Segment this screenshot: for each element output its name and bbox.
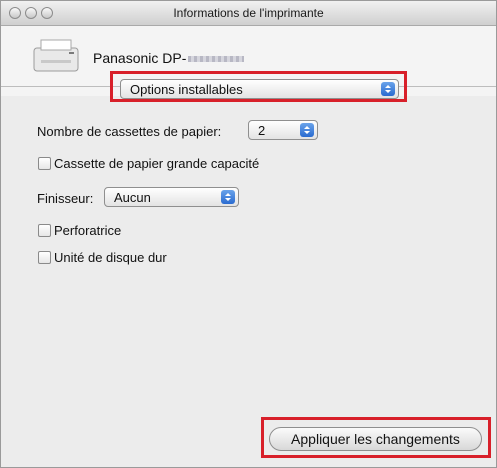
printer-name: Panasonic DP-: [93, 50, 245, 66]
high-capacity-label: Cassette de papier grande capacité: [54, 156, 260, 171]
printer-info-window: Informations de l'imprimante Panasonic D…: [0, 0, 497, 468]
apply-button-highlight: [261, 417, 491, 458]
redacted-model-number: [188, 56, 245, 63]
hard-disk-checkbox[interactable]: [38, 251, 51, 264]
perforator-checkbox[interactable]: [38, 224, 51, 237]
options-popup-highlight: [110, 71, 407, 102]
printer-icon: [33, 39, 79, 72]
hard-disk-label: Unité de disque dur: [54, 250, 167, 265]
paper-cassettes-label: Nombre de cassettes de papier:: [37, 124, 222, 139]
title-bar: Informations de l'imprimante: [1, 1, 496, 26]
finisher-value: Aucun: [114, 190, 151, 205]
popup-arrows-icon: [300, 123, 314, 137]
paper-cassettes-popup[interactable]: 2: [248, 120, 318, 140]
popup-arrows-icon: [221, 190, 235, 204]
finisher-popup[interactable]: Aucun: [104, 187, 239, 207]
paper-cassettes-value: 2: [258, 123, 266, 138]
perforator-label: Perforatrice: [54, 223, 122, 238]
high-capacity-checkbox[interactable]: [38, 157, 51, 170]
window-title: Informations de l'imprimante: [173, 6, 324, 20]
finisher-label: Finisseur:: [37, 191, 94, 206]
printer-name-text: Panasonic DP-: [93, 50, 187, 66]
